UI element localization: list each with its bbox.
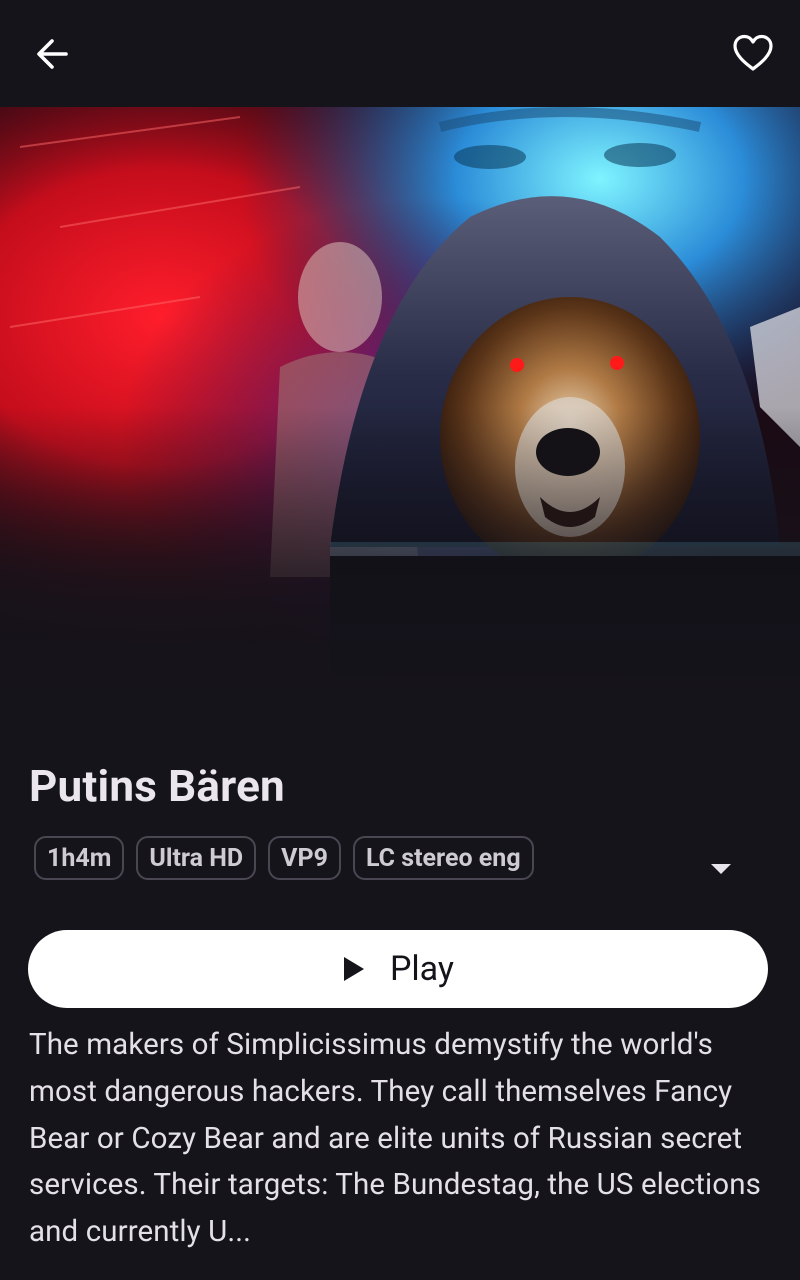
audio-chip: LC stereo eng [352,836,534,880]
movie-description: The makers of Simplicissimus demystify t… [29,1028,761,1250]
top-app-bar [0,0,800,107]
hero-poster-image [0,107,800,707]
resolution-chip: Ultra HD [136,836,257,880]
expand-details-button[interactable] [700,848,742,888]
favorite-button[interactable] [726,26,780,80]
heart-outline-icon [733,34,773,71]
codec-chip: VP9 [268,836,341,880]
arrow-left-icon [37,39,68,69]
metadata-chips: 1h4m Ultra HD VP9 LC stereo eng [34,836,534,880]
play-button[interactable]: Play [28,930,768,1008]
duration-chip: 1h4m [34,836,125,880]
poster-artwork [0,107,800,707]
movie-title: Putins Bären [29,760,285,812]
play-button-label: Play [389,949,455,989]
play-icon [343,957,364,981]
back-button[interactable] [26,28,78,80]
caret-down-icon [711,864,731,874]
